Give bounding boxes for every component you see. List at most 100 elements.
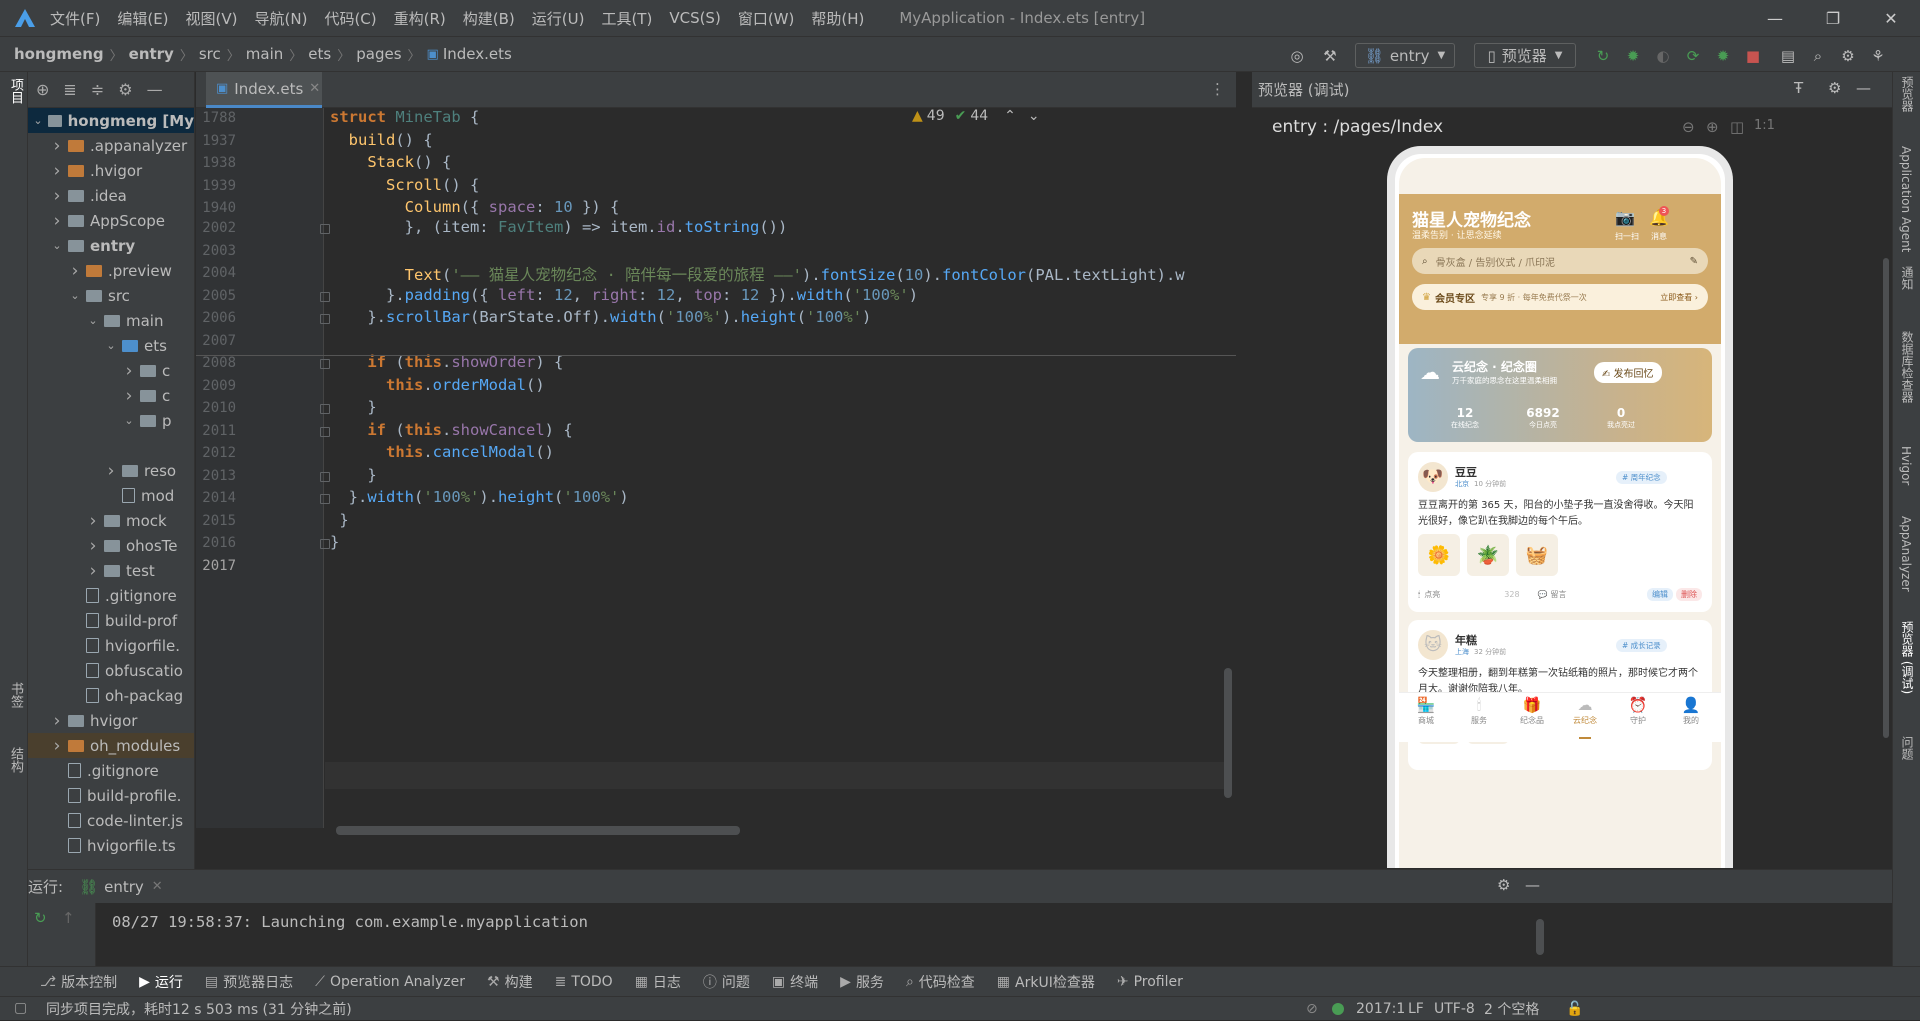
- search-input[interactable]: ⌕ 骨灰盒 / 告别仪式 / 爪印泥 ✎: [1412, 248, 1708, 274]
- file-encoding[interactable]: UTF-8: [1434, 997, 1475, 1021]
- breadcrumb-item[interactable]: ets: [308, 45, 331, 63]
- expanded-arrow-icon[interactable]: ⌄: [104, 339, 118, 352]
- close-tab-icon[interactable]: ✕: [309, 81, 320, 96]
- tree-item[interactable]: ⌄ main: [28, 308, 194, 333]
- bookmarks-tool-tab[interactable]: 书签: [6, 682, 25, 708]
- tree-item[interactable]: build-profile.: [28, 783, 194, 808]
- maximize-button[interactable]: ❐: [1804, 0, 1862, 36]
- expanded-arrow-icon[interactable]: ⌄: [68, 289, 82, 302]
- hide-icon[interactable]: —: [1525, 876, 1540, 894]
- no-sync-icon[interactable]: ⊘: [1306, 997, 1318, 1021]
- tree-item[interactable]: oh-packag: [28, 683, 194, 708]
- structure-tool-tab[interactable]: 结构: [6, 747, 25, 773]
- menu-item-1[interactable]: 编辑(E): [117, 8, 168, 29]
- breadcrumb-item[interactable]: hongmeng: [14, 45, 104, 63]
- fold-marker-icon[interactable]: [320, 426, 330, 437]
- gear-icon[interactable]: ⚙: [1497, 876, 1510, 894]
- post-card[interactable]: 🐶 豆豆 北京 10 分钟前 # 周年纪念 豆豆离开的第 365 天，阳台的小垫子我一直没…: [1408, 452, 1712, 612]
- tool-tab[interactable]: ⎇ 版本控制: [40, 972, 117, 992]
- tree-item[interactable]: ⌄ src: [28, 283, 194, 308]
- candle-icon[interactable]: 🕯: [1418, 590, 1420, 600]
- edit-button[interactable]: 编辑: [1647, 588, 1673, 601]
- microphone-icon[interactable]: ✎: [1690, 256, 1698, 267]
- tool-tab[interactable]: ⟋ Operation Analyzer: [315, 974, 465, 990]
- fold-marker-icon[interactable]: [320, 314, 330, 324]
- bottom-nav-item[interactable]: 🕯 服务: [1456, 693, 1502, 726]
- tool-tab[interactable]: ▶ 服务: [840, 972, 884, 992]
- font-size-icon[interactable]: Ŧ: [1794, 79, 1803, 97]
- light-label[interactable]: 点亮: [1424, 589, 1440, 600]
- tree-item[interactable]: obfuscatio: [28, 658, 194, 683]
- tree-item[interactable]: build-prof: [28, 608, 194, 633]
- code-editor[interactable]: 1788 1937 1938 1939 1940 2002 2003 2004 2005 2006…: [196, 108, 1236, 828]
- right-tool-tab[interactable]: 问题: [1899, 736, 1916, 760]
- breadcrumb-item[interactable]: Index.ets: [443, 45, 512, 63]
- hammer-icon[interactable]: ⚒: [1318, 43, 1342, 68]
- vertical-scrollbar[interactable]: [1224, 668, 1232, 798]
- tree-item[interactable]: [28, 433, 194, 458]
- collapsed-arrow-icon[interactable]: ›: [50, 211, 64, 231]
- tool-tab[interactable]: ⌕ 代码检查: [906, 972, 975, 992]
- tool-tab[interactable]: ≣ TODO: [555, 974, 613, 990]
- comment-icon[interactable]: 💬: [1538, 590, 1548, 599]
- menu-item-4[interactable]: 代码(C): [324, 8, 376, 29]
- fold-marker-icon[interactable]: [320, 291, 330, 302]
- vip-banner[interactable]: ♛ 会员专区 专享 9 折 · 每年免费代祭一次 立即查看 ›: [1412, 284, 1708, 310]
- collapsed-arrow-icon[interactable]: ›: [50, 711, 64, 731]
- expanded-arrow-icon[interactable]: ⌄: [32, 114, 44, 127]
- preview-scrollbar[interactable]: [1883, 258, 1889, 738]
- menu-item-7[interactable]: 运行(U): [532, 8, 585, 29]
- apply-changes-icon[interactable]: ⟳: [1682, 43, 1704, 68]
- menu-item-3[interactable]: 导航(N): [255, 8, 308, 29]
- breadcrumb-item[interactable]: main: [246, 45, 283, 63]
- next-highlight-icon[interactable]: ⌄: [1028, 108, 1040, 124]
- post-photo[interactable]: 🧺: [1516, 534, 1558, 576]
- tree-item[interactable]: › ohosTe: [28, 533, 194, 558]
- gear-icon[interactable]: ⚙: [1828, 79, 1841, 97]
- tree-item[interactable]: › oh_modules: [28, 733, 194, 758]
- post-tag[interactable]: # 周年纪念: [1616, 471, 1667, 484]
- tree-item[interactable]: › c: [28, 358, 194, 383]
- tool-tab[interactable]: ▦ ArkUI检查器: [997, 972, 1095, 992]
- bottom-nav-item[interactable]: 🎁 纪念品: [1509, 693, 1555, 726]
- tree-item[interactable]: › reso: [28, 458, 194, 483]
- zoom-in-icon[interactable]: ⊕: [1706, 118, 1719, 136]
- more-tabs-icon[interactable]: ⋮: [1210, 80, 1225, 98]
- right-tool-tab[interactable]: 数据库检查器: [1899, 331, 1916, 403]
- tree-item[interactable]: › mock: [28, 508, 194, 533]
- breadcrumb-item[interactable]: src: [199, 45, 221, 63]
- tree-item[interactable]: › test: [28, 558, 194, 583]
- vip-link[interactable]: 立即查看 ›: [1660, 292, 1698, 303]
- account-icon[interactable]: ⚘: [1867, 43, 1889, 68]
- hide-icon[interactable]: —: [1856, 79, 1871, 97]
- comment-label[interactable]: 留言: [1551, 589, 1567, 600]
- close-window-button[interactable]: ✕: [1862, 0, 1920, 36]
- menu-item-5[interactable]: 重构(R): [394, 8, 446, 29]
- close-run-tab-icon[interactable]: ✕: [152, 879, 163, 894]
- tree-item[interactable]: ⌄ entry: [28, 233, 194, 258]
- right-tool-tab[interactable]: Application Agent: [1899, 146, 1913, 252]
- collapsed-arrow-icon[interactable]: ›: [104, 461, 118, 481]
- right-tool-tab[interactable]: 预览器: [1899, 76, 1916, 112]
- tree-item[interactable]: mod: [28, 483, 194, 508]
- scroll-up-icon[interactable]: ↑: [62, 909, 75, 927]
- toggle-panels-icon[interactable]: ▢: [14, 1000, 27, 1016]
- settings-icon[interactable]: ⚙: [1837, 43, 1859, 68]
- menu-item-8[interactable]: 工具(T): [601, 8, 652, 29]
- fold-marker-icon[interactable]: [320, 359, 330, 369]
- menu-item-6[interactable]: 构建(B): [463, 8, 515, 29]
- fold-marker-icon[interactable]: [320, 404, 330, 414]
- bottom-nav-item[interactable]: ☁ 云纪念: [1562, 693, 1608, 739]
- menu-item-0[interactable]: 文件(F): [50, 8, 100, 29]
- fold-marker-icon[interactable]: [320, 471, 330, 482]
- zoom-out-icon[interactable]: ⊖: [1682, 118, 1695, 136]
- search-icon[interactable]: ⌕: [1807, 43, 1829, 68]
- rerun-icon[interactable]: ↻: [1592, 43, 1614, 68]
- collapsed-arrow-icon[interactable]: ›: [86, 536, 100, 556]
- fold-marker-icon[interactable]: [320, 494, 330, 504]
- post-photo[interactable]: 🪴: [1467, 534, 1509, 576]
- tree-item[interactable]: ⌄ ets: [28, 333, 194, 358]
- target-icon[interactable]: ◎: [1285, 43, 1309, 68]
- menu-item-10[interactable]: 窗口(W): [738, 8, 795, 29]
- gear-icon[interactable]: ⚙: [118, 80, 132, 99]
